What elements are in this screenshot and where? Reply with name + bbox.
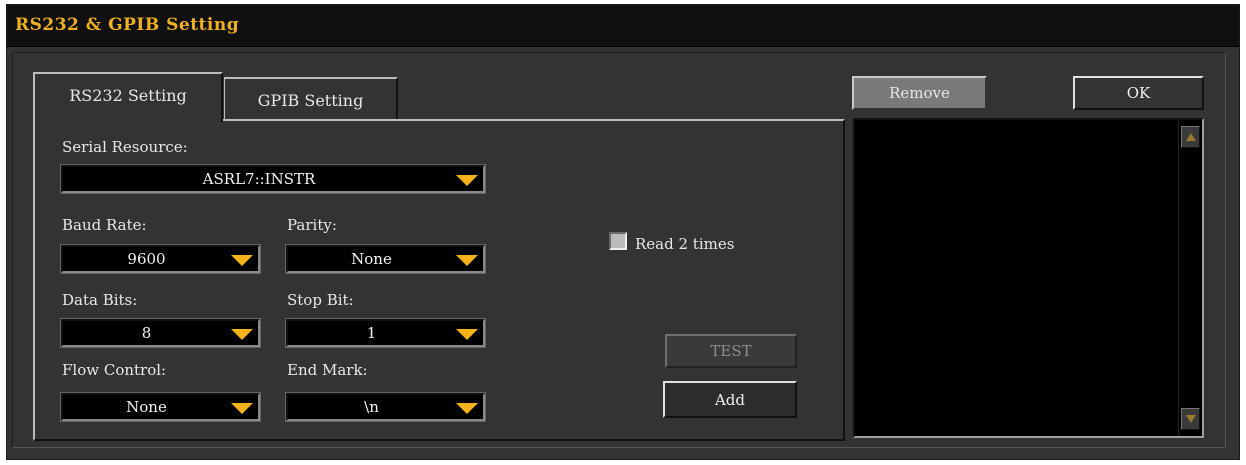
tab-gpib-setting[interactable]: GPIB Setting (224, 77, 398, 121)
parity-select[interactable]: None (285, 244, 486, 274)
ok-button-label: OK (1126, 84, 1151, 102)
ok-button[interactable]: OK (1073, 76, 1204, 110)
scroll-down-button[interactable] (1181, 408, 1200, 430)
serial-resource-select[interactable]: ASRL7::INSTR (60, 164, 486, 194)
end-mark-select[interactable]: \n (285, 392, 486, 422)
read-twice-label[interactable]: Read 2 times (635, 235, 734, 253)
add-button[interactable]: Add (663, 381, 797, 418)
resource-list[interactable] (853, 118, 1204, 438)
title-bar: RS232 & GPIB Setting (7, 5, 1239, 47)
chevron-down-icon (456, 403, 478, 414)
chevron-down-icon (231, 403, 253, 414)
remove-button-label: Remove (889, 84, 950, 102)
parity-value: None (351, 250, 392, 268)
arrow-down-icon (1186, 415, 1196, 423)
list-scrollbar[interactable] (1178, 120, 1202, 436)
stop-bit-value: 1 (366, 324, 377, 342)
flow-control-label: Flow Control: (62, 361, 167, 379)
scroll-up-button[interactable] (1181, 126, 1200, 148)
parity-label: Parity: (287, 216, 337, 234)
tab-label: GPIB Setting (257, 90, 364, 110)
add-button-label: Add (714, 390, 746, 409)
baud-rate-select[interactable]: 9600 (60, 244, 261, 274)
stop-bit-select[interactable]: 1 (285, 318, 486, 348)
dialog-title: RS232 & GPIB Setting (15, 15, 240, 35)
baud-rate-label: Baud Rate: (62, 216, 147, 234)
test-button[interactable]: TEST (665, 334, 797, 368)
read-twice-checkbox[interactable] (609, 232, 627, 250)
chevron-down-icon (456, 329, 478, 340)
tab-rs232-setting[interactable]: RS232 Setting (33, 72, 223, 122)
baud-rate-value: 9600 (127, 250, 166, 268)
chevron-down-icon (456, 255, 478, 266)
stop-bit-label: Stop Bit: (287, 291, 354, 309)
serial-resource-label: Serial Resource: (62, 138, 188, 156)
data-bits-label: Data Bits: (62, 291, 138, 309)
test-button-label: TEST (710, 342, 752, 360)
remove-button[interactable]: Remove (852, 76, 987, 110)
serial-resource-value: ASRL7::INSTR (202, 170, 316, 188)
end-mark-label: End Mark: (287, 361, 368, 379)
arrow-up-icon (1186, 133, 1196, 141)
flow-control-value: None (126, 398, 167, 416)
chevron-down-icon (456, 175, 478, 186)
flow-control-select[interactable]: None (60, 392, 261, 422)
tab-label: RS232 Setting (69, 85, 187, 105)
data-bits-select[interactable]: 8 (60, 318, 261, 348)
chevron-down-icon (231, 329, 253, 340)
end-mark-value: \n (364, 398, 379, 416)
chevron-down-icon (231, 255, 253, 266)
data-bits-value: 8 (141, 324, 152, 342)
